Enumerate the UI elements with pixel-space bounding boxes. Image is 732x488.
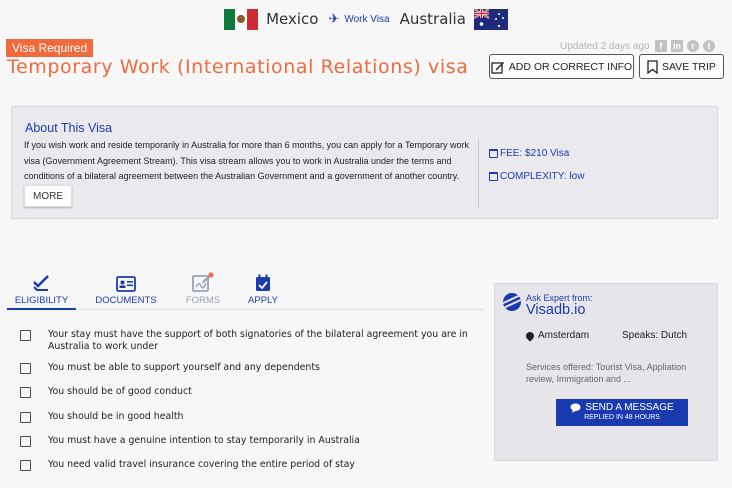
- visa-type-label: Work Visa: [344, 13, 390, 25]
- share-icons: f in r t: [655, 40, 715, 52]
- tab-forms[interactable]: FORMS: [177, 272, 229, 306]
- tab-eligibility-label: ELIGIBILITY: [14, 295, 69, 306]
- expert-name[interactable]: Visadb.io: [526, 302, 585, 318]
- page-title: Temporary Work (International Relations)…: [7, 56, 469, 78]
- calendar-icon: [489, 149, 498, 158]
- double-check-icon: [7, 272, 76, 292]
- checklist-item-text: Your stay must have the support of both …: [48, 329, 468, 352]
- checklist-item[interactable]: You must have a genuine intention to sta…: [20, 435, 468, 447]
- reddit-icon[interactable]: r: [687, 40, 699, 52]
- to-country: Australia: [399, 10, 466, 28]
- checkbox[interactable]: [20, 387, 31, 398]
- airplane-icon: ✈: [328, 11, 340, 26]
- about-divider: [478, 139, 479, 209]
- checklist-item-text: You should be in good health: [48, 411, 184, 422]
- checklist-item-text: You need valid travel insurance covering…: [48, 459, 355, 470]
- checkbox[interactable]: [20, 460, 31, 471]
- add-or-correct-info-label: ADD OR CORRECT INFO: [508, 60, 633, 73]
- checklist-item[interactable]: You should be in good health: [20, 411, 468, 423]
- facebook-icon[interactable]: f: [655, 40, 667, 52]
- more-button[interactable]: MORE: [24, 185, 72, 207]
- tab-documents[interactable]: DOCUMENTS: [90, 272, 162, 306]
- australia-flag-icon: [473, 8, 508, 30]
- checklist-item-text: You must have a genuine intention to sta…: [48, 435, 360, 446]
- save-trip-button[interactable]: SAVE TRIP: [639, 54, 724, 79]
- updated-timestamp: Updated 2 days ago: [560, 41, 650, 52]
- linkedin-icon[interactable]: in: [671, 40, 683, 52]
- expert-services: Services offered: Tourist Visa, Appliati…: [526, 362, 687, 384]
- visa-required-badge: Visa Required: [6, 39, 94, 57]
- add-or-correct-info-button[interactable]: ADD OR CORRECT INFO: [489, 54, 634, 79]
- twitter-icon[interactable]: t: [703, 40, 715, 52]
- expert-location-text: Amsterdam: [538, 330, 590, 341]
- visa-type-link[interactable]: ✈ Work Visa: [328, 11, 389, 27]
- fee-fact: FEE: $210 Visa: [489, 148, 569, 159]
- ask-expert-panel: Ask Expert from: Visadb.io Amsterdam Spe…: [494, 283, 718, 461]
- signature-form-icon: [177, 272, 229, 292]
- checkbox[interactable]: [20, 330, 31, 341]
- expert-languages: Speaks: Dutch: [622, 330, 688, 341]
- reply-time-label: REPLIED IN 48 HOURS: [584, 414, 660, 421]
- complexity-fact: COMPLEXITY: low: [489, 171, 584, 182]
- mexico-flag-icon: [224, 8, 259, 30]
- expert-location: Amsterdam: [524, 329, 590, 342]
- calendar-icon: [489, 172, 498, 181]
- checklist-item[interactable]: You should be of good conduct: [20, 386, 468, 398]
- bookmark-icon: [647, 59, 658, 74]
- send-message-button[interactable]: SEND A MESSAGE REPLIED IN 48 HOURS: [556, 399, 688, 426]
- checkbox[interactable]: [20, 363, 31, 374]
- from-country: Mexico: [266, 10, 319, 28]
- chat-bubble-icon: [570, 403, 581, 413]
- tab-eligibility[interactable]: ELIGIBILITY: [7, 272, 76, 310]
- visa-tabs: ELIGIBILITY DOCUMENTS FORMS APPLY: [7, 272, 484, 310]
- about-heading: About This Visa: [25, 121, 113, 135]
- tab-apply-label: APPLY: [248, 295, 278, 306]
- fee-label: FEE: $210 Visa: [500, 148, 570, 159]
- save-trip-label: SAVE TRIP: [662, 60, 716, 73]
- tab-documents-label: DOCUMENTS: [95, 295, 157, 306]
- checklist-item-text: You should be of good conduct: [48, 386, 192, 397]
- calendar-check-icon: [243, 272, 283, 292]
- checklist-item[interactable]: You need valid travel insurance covering…: [20, 459, 468, 471]
- checkbox[interactable]: [20, 412, 31, 423]
- complexity-label: COMPLEXITY: low: [500, 171, 585, 182]
- route-bar: Mexico ✈ Work Visa Australia: [0, 6, 732, 32]
- visadb-logo-icon: [503, 293, 521, 311]
- id-card-icon: [90, 272, 162, 292]
- send-message-label: SEND A MESSAGE: [585, 402, 674, 413]
- edit-icon: [491, 61, 504, 74]
- location-pin-icon: [524, 329, 536, 342]
- checklist-item[interactable]: Your stay must have the support of both …: [20, 329, 468, 353]
- about-description: If you wish work and reside temporarily …: [24, 140, 470, 181]
- checklist-item[interactable]: You must be able to support yourself and…: [20, 362, 468, 374]
- tab-apply[interactable]: APPLY: [243, 272, 283, 306]
- checkbox[interactable]: [20, 436, 31, 447]
- tab-forms-label: FORMS: [185, 295, 221, 306]
- checklist-item-text: You must be able to support yourself and…: [48, 362, 320, 373]
- about-visa-panel: About This Visa If you wish work and res…: [11, 106, 718, 219]
